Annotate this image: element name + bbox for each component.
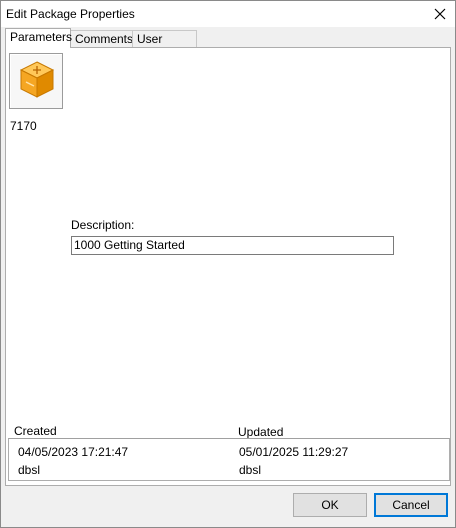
edit-package-properties-dialog: Edit Package Properties Parameters Comme… <box>0 0 456 528</box>
created-user: dbsl <box>18 463 41 477</box>
parameters-panel: 7170 Description: 1000 Getting Started C… <box>5 47 451 486</box>
ok-button[interactable]: OK <box>293 493 367 517</box>
tab-user-fields[interactable]: User Fields <box>132 30 197 62</box>
package-box-icon <box>19 61 55 98</box>
close-icon <box>434 8 446 20</box>
cancel-button[interactable]: Cancel <box>374 493 448 517</box>
title-bar[interactable]: Edit Package Properties <box>1 1 455 27</box>
tab-strip: Parameters Comments User Fields <box>5 28 451 62</box>
package-icon-button[interactable] <box>9 53 63 109</box>
description-label: Description: <box>71 218 135 232</box>
created-date: 04/05/2023 17:21:47 <box>18 445 129 459</box>
tab-parameters[interactable]: Parameters <box>5 28 72 48</box>
created-label: Created <box>14 424 57 438</box>
updated-user: dbsl <box>239 463 262 477</box>
timestamp-box: 04/05/2023 17:21:47 dbsl 05/01/2025 11:2… <box>8 438 450 481</box>
window-title: Edit Package Properties <box>6 7 135 21</box>
updated-label: Updated <box>238 425 284 439</box>
description-field[interactable]: 1000 Getting Started <box>71 236 394 255</box>
updated-date: 05/01/2025 11:29:27 <box>239 445 349 459</box>
close-button[interactable] <box>425 1 455 27</box>
package-id: 7170 <box>10 119 37 133</box>
tab-comments[interactable]: Comments <box>70 30 134 47</box>
